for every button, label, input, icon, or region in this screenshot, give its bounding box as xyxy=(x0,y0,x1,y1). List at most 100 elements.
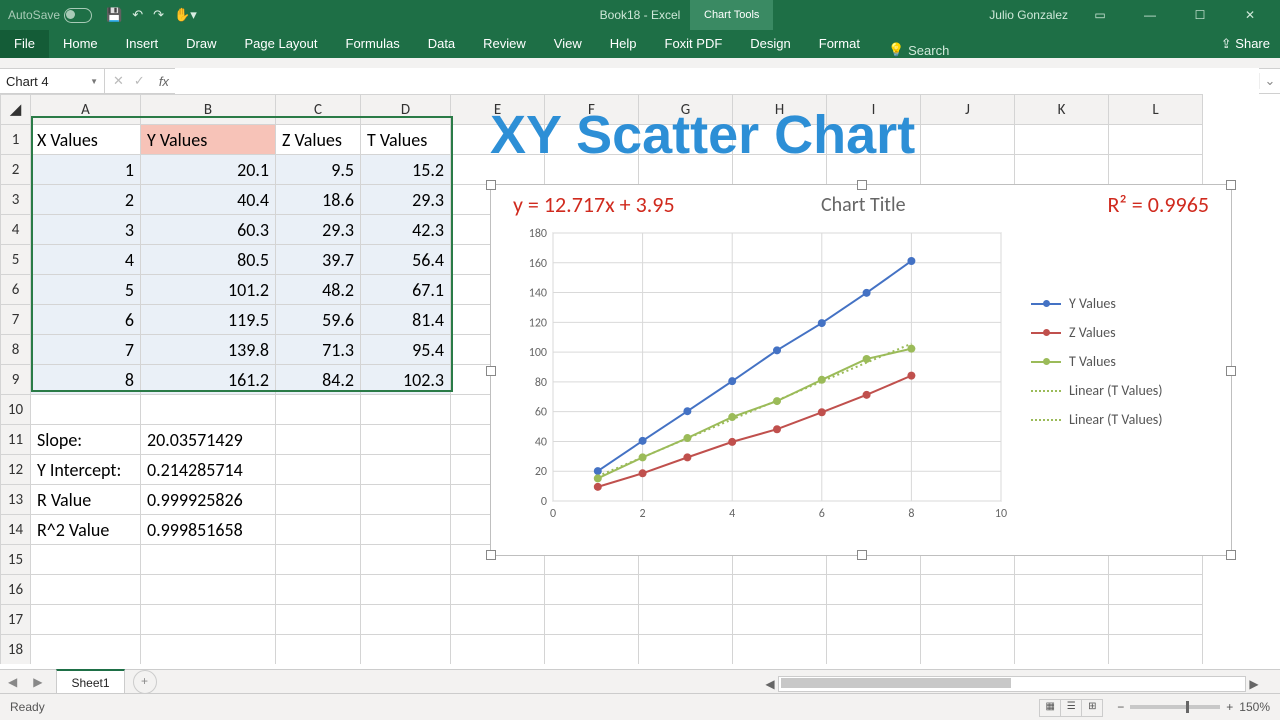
cell[interactable]: 29.3 xyxy=(361,185,451,215)
enter-formula-icon[interactable]: ✓ xyxy=(134,73,145,89)
sheet-nav-next-icon[interactable]: ▶ xyxy=(25,675,50,689)
cell[interactable] xyxy=(545,575,639,605)
column-header[interactable]: C xyxy=(276,95,361,125)
name-box[interactable]: Chart 4 ▼ xyxy=(0,69,105,93)
redo-icon[interactable]: ↷ xyxy=(153,7,164,23)
sheet-tab[interactable]: Sheet1 xyxy=(56,669,124,695)
cell[interactable]: 0.214285714 xyxy=(141,455,276,485)
cell[interactable]: 8 xyxy=(31,365,141,395)
cell[interactable]: 20.03571429 xyxy=(141,425,276,455)
cell[interactable]: 59.6 xyxy=(276,305,361,335)
column-header[interactable]: A xyxy=(31,95,141,125)
cell[interactable] xyxy=(361,515,451,545)
cell[interactable] xyxy=(361,605,451,635)
touch-mode-icon[interactable]: ✋▾ xyxy=(174,7,197,23)
row-header[interactable]: 12 xyxy=(1,455,31,485)
tab-view[interactable]: View xyxy=(540,30,596,58)
tab-foxit-pdf[interactable]: Foxit PDF xyxy=(651,30,737,58)
cell[interactable]: 161.2 xyxy=(141,365,276,395)
cell[interactable]: 0.999851658 xyxy=(141,515,276,545)
cell[interactable]: 2 xyxy=(31,185,141,215)
cell[interactable] xyxy=(276,605,361,635)
cell[interactable] xyxy=(1109,575,1203,605)
undo-icon[interactable]: ↶ xyxy=(132,7,143,23)
autosave-toggle[interactable]: AutoSave xyxy=(0,8,100,23)
cell[interactable] xyxy=(733,635,827,665)
scroll-left-icon[interactable]: ◀ xyxy=(762,677,778,691)
cell[interactable] xyxy=(827,575,921,605)
cell[interactable]: Y Values xyxy=(141,125,276,155)
cell[interactable]: 39.7 xyxy=(276,245,361,275)
column-header[interactable]: B xyxy=(141,95,276,125)
sheet-nav-prev-icon[interactable]: ◀ xyxy=(0,675,25,689)
cell[interactable] xyxy=(141,395,276,425)
cell[interactable] xyxy=(733,605,827,635)
tab-data[interactable]: Data xyxy=(414,30,469,58)
cell[interactable]: 0.999925826 xyxy=(141,485,276,515)
view-buttons[interactable]: ▦☰⊞ xyxy=(1040,698,1103,717)
cell[interactable] xyxy=(1109,155,1203,185)
cell[interactable]: 18.6 xyxy=(276,185,361,215)
scroll-right-icon[interactable]: ▶ xyxy=(1246,677,1262,691)
cell[interactable] xyxy=(31,605,141,635)
row-header[interactable]: 7 xyxy=(1,305,31,335)
cell[interactable] xyxy=(1109,635,1203,665)
cell[interactable] xyxy=(276,545,361,575)
cell[interactable]: 101.2 xyxy=(141,275,276,305)
cell[interactable]: 56.4 xyxy=(361,245,451,275)
tell-me-search[interactable]: 💡 Search xyxy=(874,42,949,58)
cell[interactable]: 6 xyxy=(31,305,141,335)
cell[interactable] xyxy=(1015,125,1109,155)
row-header[interactable]: 10 xyxy=(1,395,31,425)
formula-input[interactable] xyxy=(175,68,1259,94)
page-break-view-icon[interactable]: ⊞ xyxy=(1081,699,1103,717)
normal-view-icon[interactable]: ▦ xyxy=(1039,699,1061,717)
chart-object[interactable]: y = 12.717x + 3.95 Chart Title R² = 0.99… xyxy=(490,184,1232,556)
cell[interactable] xyxy=(361,455,451,485)
cancel-formula-icon[interactable]: ✕ xyxy=(113,73,124,89)
cell[interactable]: X Values xyxy=(31,125,141,155)
cell[interactable]: 42.3 xyxy=(361,215,451,245)
row-header[interactable]: 18 xyxy=(1,635,31,665)
cell[interactable]: 40.4 xyxy=(141,185,276,215)
row-header[interactable]: 1 xyxy=(1,125,31,155)
row-header[interactable]: 3 xyxy=(1,185,31,215)
chart-legend[interactable]: Y Values Z Values T Values Linear (T Val… xyxy=(1031,295,1163,440)
trendline-equation[interactable]: y = 12.717x + 3.95 xyxy=(513,191,675,218)
cell[interactable]: 29.3 xyxy=(276,215,361,245)
cell[interactable]: 67.1 xyxy=(361,275,451,305)
tab-home[interactable]: Home xyxy=(49,30,112,58)
cell[interactable] xyxy=(141,635,276,665)
cell[interactable] xyxy=(1015,635,1109,665)
tab-formulas[interactable]: Formulas xyxy=(332,30,414,58)
user-name[interactable]: Julio Gonzalez xyxy=(989,8,1068,22)
cell[interactable]: 20.1 xyxy=(141,155,276,185)
scroll-track[interactable] xyxy=(778,676,1246,692)
legend-item[interactable]: Linear (T Values) xyxy=(1031,411,1163,428)
tab-format[interactable]: Format xyxy=(805,30,874,58)
tab-review[interactable]: Review xyxy=(469,30,540,58)
cell[interactable]: Slope: xyxy=(31,425,141,455)
cell[interactable]: 7 xyxy=(31,335,141,365)
cell[interactable] xyxy=(31,635,141,665)
cell[interactable]: 5 xyxy=(31,275,141,305)
column-header[interactable]: L xyxy=(1109,95,1203,125)
legend-item[interactable]: T Values xyxy=(1031,353,1163,370)
cell[interactable] xyxy=(1015,605,1109,635)
column-header[interactable]: K xyxy=(1015,95,1109,125)
zoom-control[interactable]: − + 150% xyxy=(1117,700,1270,714)
row-header[interactable]: 4 xyxy=(1,215,31,245)
cell[interactable] xyxy=(921,575,1015,605)
cell[interactable]: R^2 Value xyxy=(31,515,141,545)
zoom-slider[interactable] xyxy=(1130,705,1220,709)
cell[interactable] xyxy=(31,575,141,605)
cell[interactable] xyxy=(361,485,451,515)
row-header[interactable]: 17 xyxy=(1,605,31,635)
formula-expand-icon[interactable]: ⌄ xyxy=(1259,73,1280,89)
select-all-cell[interactable]: ◢ xyxy=(1,95,31,125)
cell[interactable] xyxy=(827,635,921,665)
row-header[interactable]: 14 xyxy=(1,515,31,545)
resize-handle[interactable] xyxy=(857,550,867,560)
zoom-value[interactable]: 150% xyxy=(1239,700,1270,714)
save-icon[interactable]: 💾 xyxy=(106,7,122,23)
